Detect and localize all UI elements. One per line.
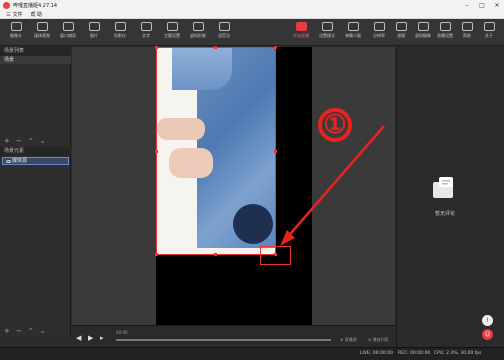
info-icon[interactable]: ! — [482, 315, 493, 326]
rec-timer: REC: 00:00:00 — [398, 351, 431, 356]
previous-icon[interactable]: ◀ — [76, 334, 81, 342]
live-source-link[interactable]: ⊕ 直播源 — [340, 337, 357, 343]
seek-bar[interactable] — [116, 339, 331, 341]
smile-icon[interactable]: ☺ — [482, 329, 493, 340]
live-timer: LIVE: 00:00:00 — [360, 351, 393, 356]
play-icon[interactable]: ▶ — [88, 334, 93, 342]
playback-time: 00:00 — [116, 330, 128, 335]
cpu-status: CPU: 2.3%, 30.00 fps — [434, 351, 482, 356]
empty-comment-label: 暂无评论 — [434, 211, 455, 217]
status-bar: LIVE: 00:00:00 REC: 00:00:00 CPU: 2.3%, … — [0, 347, 504, 360]
callout-number: ① — [318, 108, 352, 142]
chat-empty-icon — [433, 177, 453, 198]
playback-bar: 00:00 ◀ ▶ ▸ ⊕ 直播源 ⊕ 播放列表 — [72, 325, 395, 347]
app-window: 哔哩直播姬4.27.14 – □ ✕ 三 文件 帮 助 摄像头 媒体视频 窗口捕… — [0, 0, 504, 360]
playlist-link[interactable]: ⊕ 播放列表 — [368, 337, 389, 343]
next-icon[interactable]: ▸ — [100, 334, 104, 342]
